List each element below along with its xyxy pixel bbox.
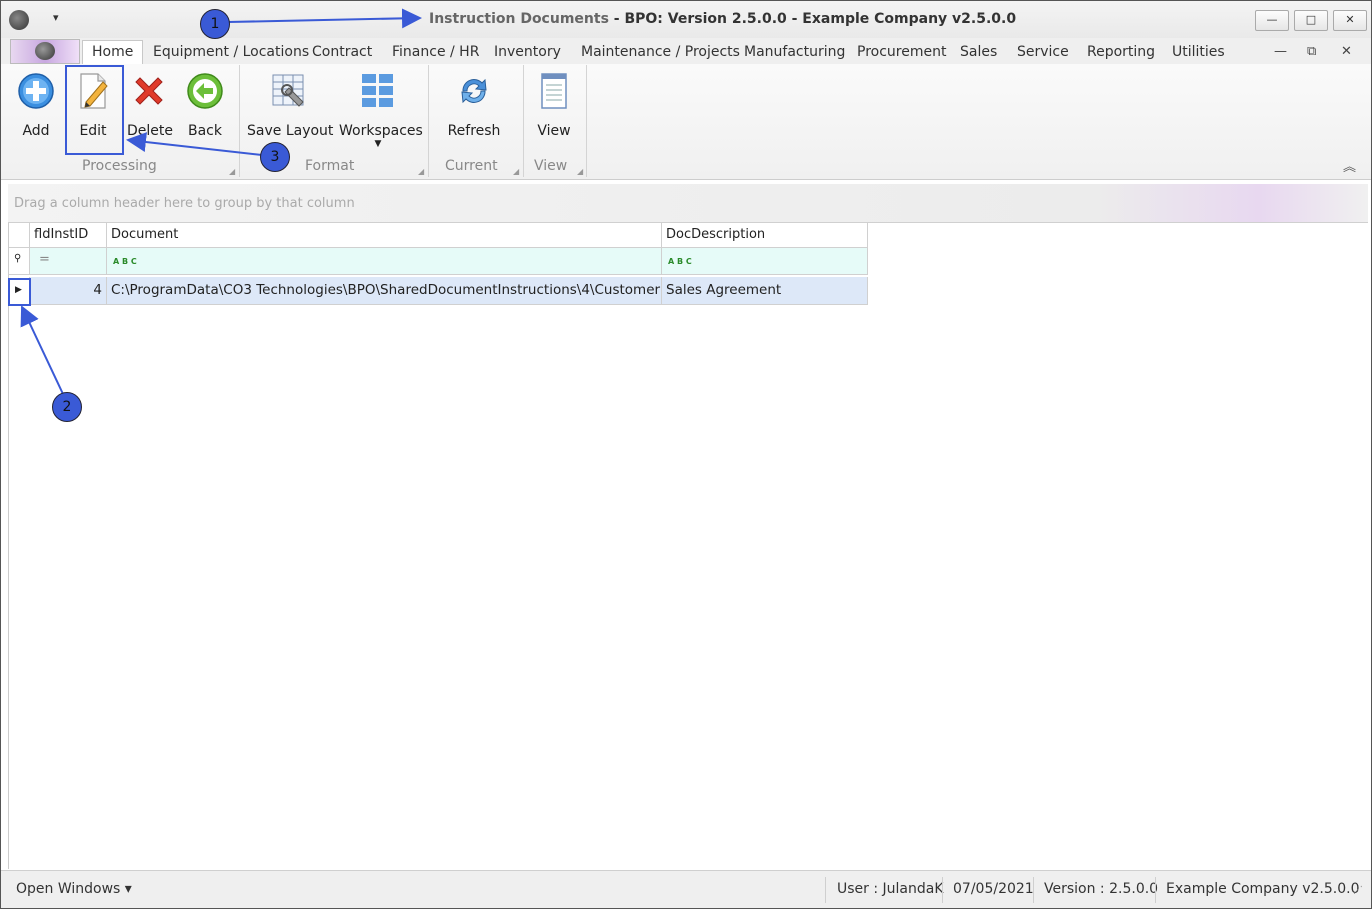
quick-access-dropdown-icon[interactable]: ▾	[53, 11, 59, 24]
column-header-document[interactable]: Document	[107, 223, 662, 248]
text-filter-icon: A B C	[668, 257, 692, 266]
status-separator	[1033, 877, 1034, 903]
table-cell-fldinstid[interactable]: 4	[30, 277, 107, 305]
tab-sales[interactable]: Sales	[960, 44, 997, 60]
tab-home[interactable]: Home	[82, 40, 144, 65]
refresh-icon	[455, 72, 493, 110]
tab-equipment-locations[interactable]: Equipment / Locations	[153, 44, 309, 60]
application-window: ▾ Instruction Documents - BPO: Version 2…	[0, 0, 1372, 909]
equals-filter-icon: =	[39, 252, 50, 267]
group-label-current: Current	[445, 158, 498, 174]
status-bar: Open Windows ▾ User : JulandaK 07/05/202…	[1, 870, 1371, 908]
group-expand-icon[interactable]: ◢	[418, 167, 424, 176]
pin-icon: ⚲	[14, 253, 22, 264]
ribbon-separator	[523, 65, 524, 177]
group-expand-icon[interactable]: ◢	[513, 167, 519, 176]
group-expand-icon[interactable]: ◢	[577, 167, 583, 176]
mdi-minimize-button[interactable]: —	[1274, 44, 1287, 59]
tab-procurement[interactable]: Procurement	[857, 44, 946, 60]
tab-manufacturing[interactable]: Manufacturing	[744, 44, 845, 60]
add-button-label: Add	[22, 123, 50, 139]
group-label-processing: Processing	[82, 158, 157, 174]
resize-grip-icon[interactable]: ⋰	[1353, 885, 1363, 896]
tab-contract[interactable]: Contract	[312, 44, 372, 60]
bpo-logo-icon	[35, 42, 55, 60]
open-windows-menu[interactable]: Open Windows ▾	[16, 881, 132, 897]
refresh-button[interactable]: Refresh	[447, 72, 501, 139]
tab-utilities[interactable]: Utilities	[1172, 44, 1225, 60]
add-icon	[17, 72, 55, 110]
refresh-button-label: Refresh	[447, 123, 501, 139]
group-label-view: View	[534, 158, 568, 174]
tab-maintenance-projects[interactable]: Maintenance / Projects	[581, 44, 740, 60]
workspaces-button[interactable]: Workspaces ▼	[339, 72, 423, 149]
save-layout-icon	[269, 72, 307, 110]
ribbon-separator	[239, 65, 240, 177]
application-menu-button[interactable]	[10, 39, 80, 64]
status-company: Example Company v2.5.0.0	[1166, 881, 1360, 897]
status-date: 07/05/2021	[953, 881, 1034, 897]
annotation-badge-2: 2	[52, 392, 82, 422]
filter-cell-document[interactable]: A B C	[107, 248, 662, 275]
window-title: Instruction Documents - BPO: Version 2.5…	[429, 11, 1016, 27]
status-separator	[1155, 877, 1156, 903]
window-title-app: - BPO: Version 2.5.0.0 - Example Company…	[608, 11, 1017, 27]
text-filter-icon: A B C	[113, 257, 137, 266]
column-header-fldinstid[interactable]: fldInstID	[30, 223, 107, 248]
table-cell-document[interactable]: C:\ProgramData\CO3 Technologies\BPO\Shar…	[107, 277, 662, 305]
status-separator	[942, 877, 943, 903]
collapse-ribbon-icon[interactable]: ︽	[1343, 156, 1356, 175]
window-title-document: Instruction Documents	[429, 11, 609, 27]
tab-service[interactable]: Service	[1017, 44, 1069, 60]
workspaces-button-label: Workspaces	[339, 123, 423, 139]
mdi-restore-button[interactable]: ⧉	[1307, 44, 1316, 59]
view-document-icon	[535, 72, 573, 110]
column-header-docdescription[interactable]: DocDescription	[662, 223, 868, 248]
documents-grid: fldInstID Document DocDescription ⚲ = A …	[8, 223, 1369, 869]
status-version: Version : 2.5.0.0	[1044, 881, 1159, 897]
view-button[interactable]: View	[533, 72, 575, 139]
ribbon-separator	[586, 65, 587, 177]
close-button[interactable]: ✕	[1333, 10, 1367, 31]
delete-button-label: Delete	[127, 123, 173, 139]
group-label-format: Format	[305, 158, 355, 174]
status-separator	[825, 877, 826, 903]
annotation-badge-3: 3	[260, 142, 290, 172]
table-cell-docdescription[interactable]: Sales Agreement	[662, 277, 868, 305]
group-expand-icon[interactable]: ◢	[229, 167, 235, 176]
add-button[interactable]: Add	[14, 72, 58, 139]
back-button-label: Back	[188, 123, 222, 139]
status-user: User : JulandaK	[837, 881, 944, 897]
maximize-button[interactable]: □	[1294, 10, 1328, 31]
filter-cell-fldinstid[interactable]: =	[30, 248, 107, 275]
ribbon-separator	[428, 65, 429, 177]
tab-inventory[interactable]: Inventory	[494, 44, 561, 60]
filter-cell-docdescription[interactable]: A B C	[662, 248, 868, 275]
row-indicator-header	[9, 223, 30, 248]
save-layout-button[interactable]: Save Layout	[247, 72, 334, 139]
save-layout-button-label: Save Layout	[247, 123, 334, 139]
back-icon	[186, 72, 224, 110]
delete-icon	[130, 72, 168, 110]
row-indicator-highlight-box	[8, 278, 31, 306]
back-button[interactable]: Back	[183, 72, 227, 139]
minimize-button[interactable]: —	[1255, 10, 1289, 31]
view-button-label: View	[537, 123, 571, 139]
edit-highlight-box	[65, 65, 124, 155]
tab-finance-hr[interactable]: Finance / HR	[392, 44, 479, 60]
app-logo-icon[interactable]	[9, 10, 29, 30]
mdi-close-button[interactable]: ✕	[1341, 44, 1352, 59]
delete-button[interactable]: Delete	[127, 72, 173, 139]
tab-reporting[interactable]: Reporting	[1087, 44, 1155, 60]
annotation-badge-1: 1	[200, 9, 230, 39]
workspaces-dropdown-icon: ▼	[374, 139, 382, 149]
workspaces-icon	[359, 72, 397, 110]
group-by-panel[interactable]: Drag a column header here to group by th…	[8, 184, 1368, 223]
group-by-hint: Drag a column header here to group by th…	[14, 196, 355, 211]
filter-row-indicator: ⚲	[9, 248, 30, 275]
